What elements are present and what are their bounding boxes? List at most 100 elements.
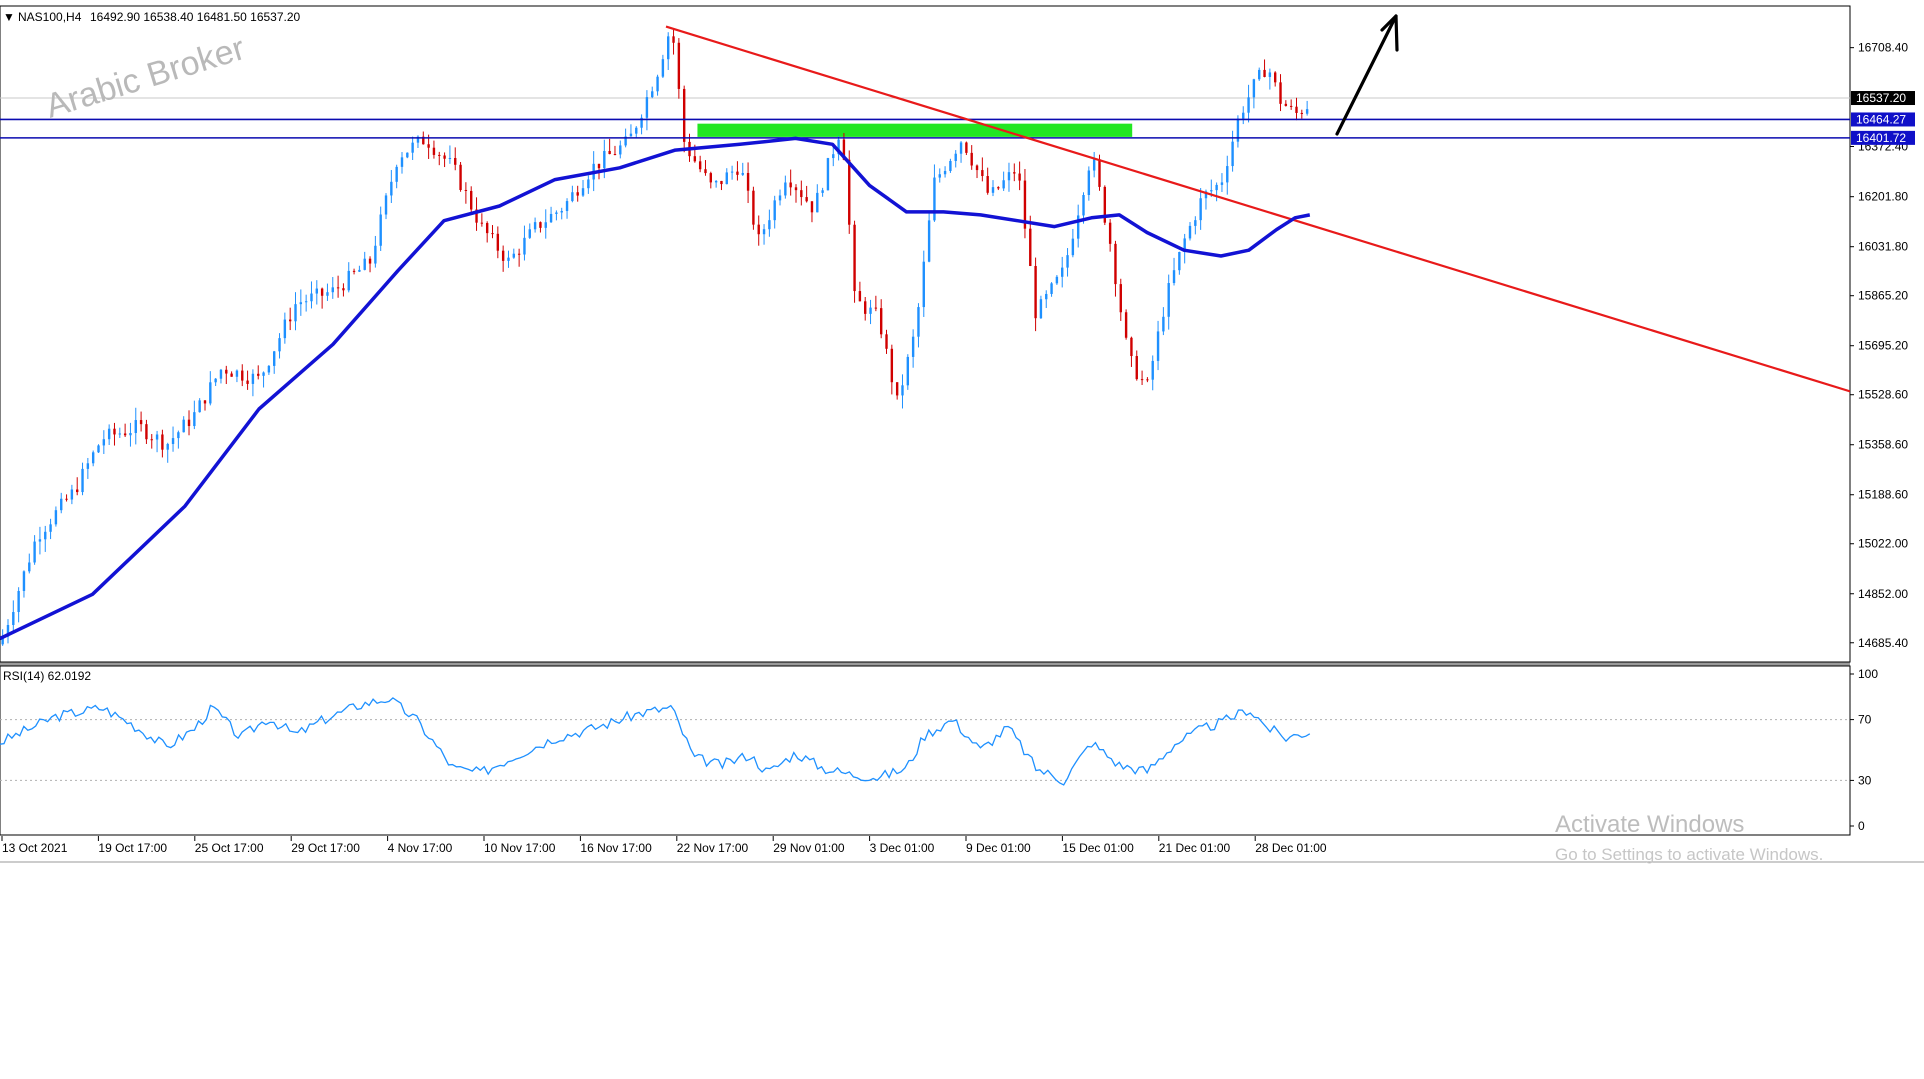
candle-body	[810, 201, 814, 213]
candle-body	[358, 269, 361, 272]
candle-body	[975, 165, 979, 171]
candle-body	[895, 382, 899, 396]
candle-body	[44, 531, 47, 540]
candle-body	[565, 201, 569, 212]
candle-body	[1087, 170, 1091, 195]
candle-body	[741, 172, 744, 175]
candle-body	[709, 173, 713, 183]
candle-body	[959, 142, 963, 154]
symbol-dropdown-icon[interactable]: ▼	[3, 10, 15, 24]
candle-body	[507, 257, 510, 261]
candle-body	[60, 498, 63, 511]
candle-body	[1162, 316, 1165, 332]
current-price-tag: 16537.20	[1856, 91, 1906, 105]
candle-body	[320, 288, 324, 296]
rsi-label: RSI(14) 62.0192	[3, 669, 91, 683]
candle-body	[480, 222, 484, 224]
candle-body	[299, 302, 303, 305]
candle-body	[661, 59, 665, 77]
candle-body	[645, 97, 649, 118]
candle-body	[400, 157, 404, 167]
candle-body	[720, 180, 723, 185]
candle-body	[853, 224, 856, 292]
level-tag-1: 16464.27	[1856, 112, 1906, 126]
candle-body	[890, 348, 894, 383]
y-tick-label: 15188.60	[1858, 488, 1908, 502]
candle-body	[1082, 194, 1085, 216]
rsi-y-tick-label: 100	[1858, 667, 1878, 681]
candle-body	[549, 213, 553, 223]
candle-body	[1220, 182, 1224, 185]
candle-body	[784, 182, 787, 196]
candle-body	[800, 190, 803, 198]
candle-body	[1226, 166, 1229, 183]
y-tick-label: 15528.60	[1858, 388, 1908, 402]
candle-body	[1156, 331, 1160, 361]
candle-body	[603, 150, 606, 169]
candle-body	[1066, 255, 1069, 268]
candle-body	[651, 91, 654, 98]
candle-body	[12, 612, 15, 625]
candle-body	[1252, 79, 1256, 98]
chart-area[interactable]: 16708.40 16372.40 16201.80 16031.80 15865.20…	[0, 0, 1924, 1074]
rsi-y-tick-label: 30	[1858, 773, 1872, 787]
y-tick-label: 15022.00	[1858, 537, 1908, 551]
candle-body	[1013, 172, 1016, 174]
candle-body	[746, 172, 750, 191]
candle-body	[922, 261, 925, 308]
candle-body	[496, 233, 500, 251]
y-tick-label: 15865.20	[1858, 289, 1908, 303]
chart-svg: 16708.4016372.4016201.8016031.8015865.20…	[0, 5, 1924, 864]
candle-body	[539, 222, 542, 228]
candle-body	[182, 419, 185, 433]
candle-body	[464, 189, 468, 191]
candle-body	[432, 147, 436, 155]
candle-body	[1231, 141, 1234, 167]
candle-body	[693, 156, 697, 162]
candle-body	[187, 419, 191, 427]
candle-body	[986, 176, 989, 193]
candle-body	[555, 212, 558, 214]
candle-body	[965, 142, 968, 153]
candle-body	[1178, 251, 1181, 271]
candle-body	[1055, 276, 1059, 284]
x-tick-label: 28 Dec 01:00	[1255, 841, 1327, 855]
candle-body	[970, 152, 973, 166]
activate-windows-sub: Go to Settings to activate Windows.	[1555, 845, 1823, 864]
candle-body	[406, 152, 409, 158]
candle-body	[145, 424, 148, 440]
candle-body	[214, 378, 217, 383]
candle-body	[1151, 360, 1154, 380]
candle-body	[1279, 82, 1282, 104]
candle-body	[1172, 270, 1176, 284]
candle-body	[672, 36, 675, 43]
x-tick-label: 22 Nov 17:00	[677, 841, 749, 855]
candle-body	[1199, 198, 1202, 221]
candle-body	[528, 229, 531, 238]
candle-body	[794, 187, 798, 191]
candle-body	[427, 144, 430, 148]
candle-body	[635, 127, 638, 134]
candle-body	[118, 433, 121, 435]
candle-body	[161, 434, 164, 450]
candle-body	[219, 369, 223, 379]
candle-body	[246, 380, 249, 384]
candle-body	[1295, 106, 1298, 113]
candle-body	[571, 192, 574, 202]
rsi-pane	[0, 665, 1851, 836]
y-tick-label: 16708.40	[1858, 41, 1908, 55]
candle-body	[86, 463, 90, 469]
candle-body	[1098, 159, 1101, 187]
candle-body	[1034, 265, 1037, 319]
candle-body	[1268, 72, 1272, 77]
candle-body	[315, 288, 319, 294]
candle-body	[698, 161, 702, 170]
candle-body	[1029, 228, 1032, 266]
candle-body	[704, 169, 707, 174]
x-tick-label: 16 Nov 17:00	[580, 841, 652, 855]
candle-body	[262, 372, 265, 376]
candle-body	[1289, 105, 1293, 107]
candle-body	[858, 291, 862, 302]
candle-body	[283, 319, 287, 339]
candle-body	[991, 187, 995, 193]
